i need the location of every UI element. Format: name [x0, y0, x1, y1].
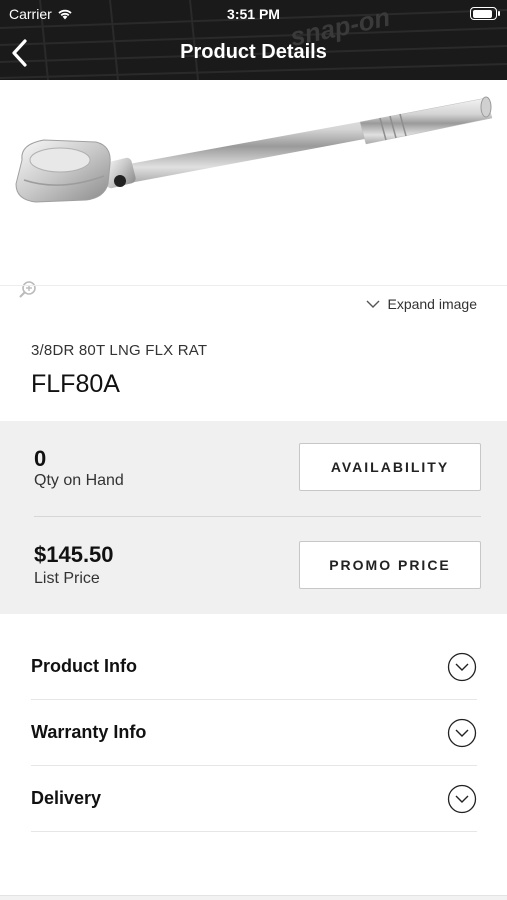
availability-button[interactable]: AVAILABILITY	[299, 443, 481, 491]
battery-fill	[472, 9, 493, 18]
status-bar: Carrier 3:51 PM	[0, 0, 507, 28]
accordion-delivery[interactable]: Delivery	[31, 766, 477, 832]
qty-on-hand-label: Qty on Hand	[34, 472, 124, 489]
zoom-in-icon[interactable]	[19, 280, 37, 298]
accordion-label: Product Info	[31, 656, 137, 676]
bottom-edge	[0, 895, 507, 900]
accordion-label: Delivery	[31, 788, 102, 808]
panel-divider	[34, 516, 481, 517]
accordion-label: Warranty Info	[31, 722, 147, 742]
accordion-divider	[31, 831, 477, 832]
app-header: snap-on Carrier 3:51 PM Product Details	[0, 0, 507, 80]
qty-on-hand-value: 0	[34, 446, 47, 471]
accordion-warranty-info[interactable]: Warranty Info	[31, 700, 477, 766]
promo-price-button[interactable]: PROMO PRICE	[299, 541, 481, 589]
chevron-down-circle-icon	[447, 652, 477, 682]
battery-icon	[470, 7, 500, 20]
expand-image-button[interactable]: Expand image	[365, 296, 477, 312]
chevron-down-icon	[366, 300, 380, 308]
expand-image-label: Expand image	[387, 296, 477, 312]
image-divider	[0, 285, 507, 286]
accordion-product-info[interactable]: Product Info	[31, 634, 477, 700]
status-time: 3:51 PM	[227, 6, 280, 22]
product-image[interactable]	[0, 80, 507, 298]
product-description: 3/8DR 80T LNG FLX RAT	[31, 342, 208, 359]
nav-bar: Product Details	[0, 28, 507, 80]
ratchet-illustration	[15, 96, 493, 203]
product-sku: FLF80A	[31, 370, 120, 398]
list-price-label: List Price	[34, 570, 100, 587]
list-price-value: $145.50	[34, 542, 114, 567]
chevron-down-circle-icon	[447, 718, 477, 748]
chevron-down-circle-icon	[447, 784, 477, 814]
page-title: Product Details	[180, 41, 327, 63]
